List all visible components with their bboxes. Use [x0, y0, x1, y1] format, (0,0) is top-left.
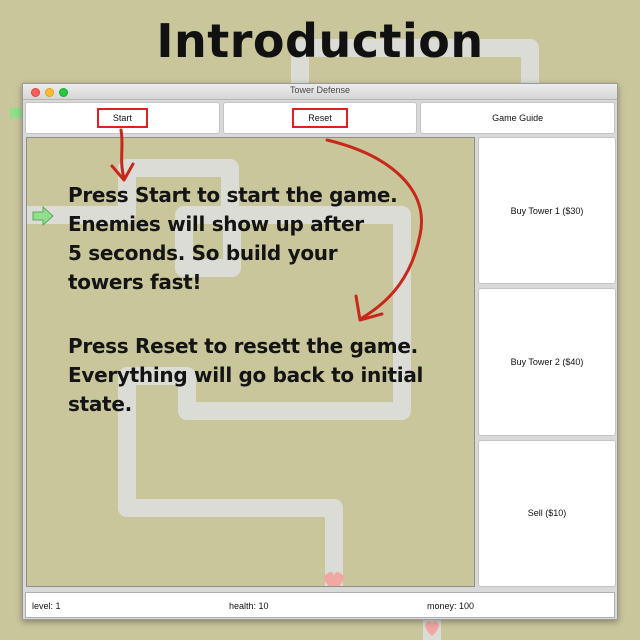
reset-instructions: Press Reset to resett the game. Everythi…	[68, 332, 423, 419]
start-instructions: Press Start to start the game. Enemies w…	[68, 181, 398, 297]
window-title: Tower Defense	[289, 85, 351, 95]
game-guide-button-label: Game Guide	[492, 113, 544, 123]
start-instruction-line: 5 seconds. So build your	[68, 241, 338, 265]
reset-instruction-line: Everything will go back to initial	[68, 363, 424, 387]
start-instruction-line: towers fast!	[68, 270, 202, 294]
offscreen-spawn-marker	[10, 108, 22, 118]
start-button-label: Start	[96, 108, 148, 128]
buy-tower-2-button[interactable]: Buy Tower 2 ($40)	[478, 288, 616, 436]
start-button[interactable]: Start	[25, 102, 220, 134]
buy-tower-1-button[interactable]: Buy Tower 1 ($30)	[478, 137, 616, 285]
toolbar: Start Reset Game Guide	[25, 102, 616, 134]
intro-title: Introduction	[156, 14, 484, 68]
level-indicator: level: 1	[32, 601, 61, 611]
sell-button[interactable]: Sell ($10)	[478, 439, 616, 587]
health-indicator: health: 10	[229, 601, 269, 611]
reset-instruction-line: state.	[68, 392, 132, 416]
reset-button[interactable]: Reset	[222, 102, 418, 134]
game-guide-button[interactable]: Game Guide	[420, 102, 616, 134]
status-bar: level: 1 health: 10 money: 100	[25, 592, 615, 618]
reset-button-label: Reset	[292, 108, 348, 128]
reset-instruction-line: Press Reset to resett the game.	[68, 334, 418, 358]
title-bar: Tower Defense	[23, 84, 617, 100]
money-indicator: money: 100	[427, 601, 475, 611]
start-instruction-line: Press Start to start the game.	[68, 183, 398, 207]
start-instruction-line: Enemies will show up after	[68, 212, 364, 236]
side-panel: Buy Tower 1 ($30) Buy Tower 2 ($40) Sell…	[478, 137, 616, 587]
